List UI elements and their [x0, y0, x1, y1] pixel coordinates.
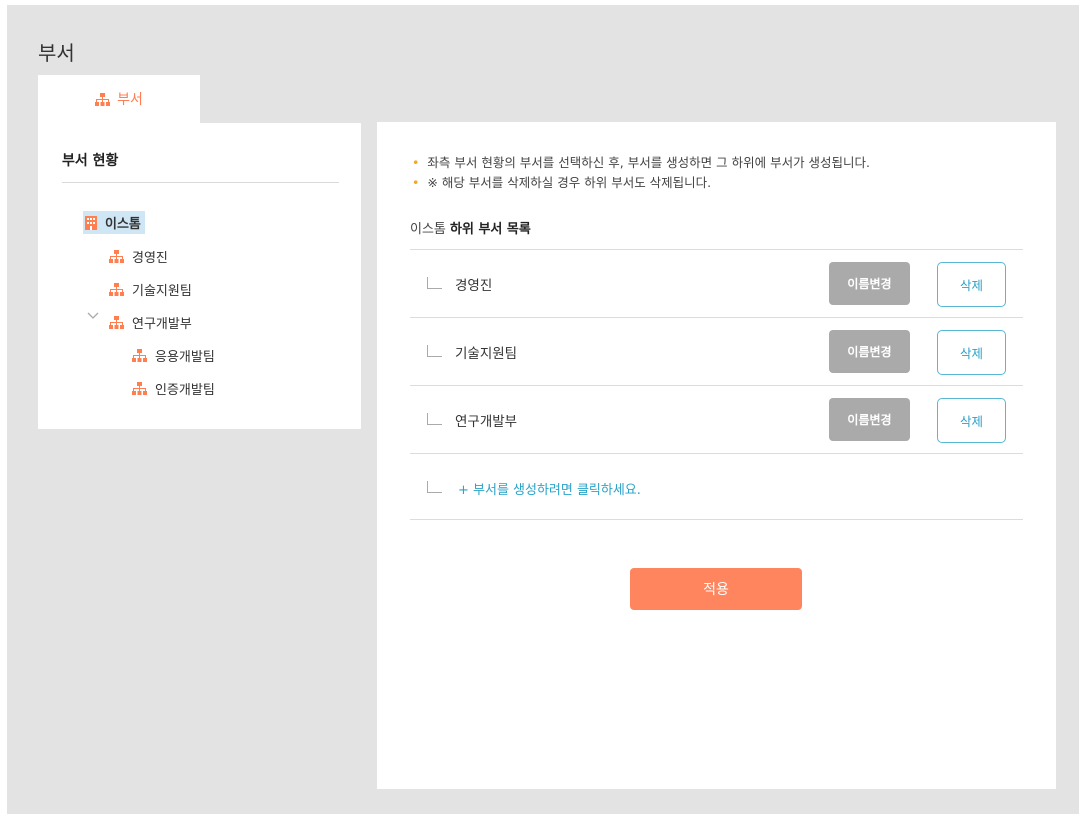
building-icon	[85, 215, 97, 230]
list-item: 기술지원팀 이름변경 삭제	[410, 317, 1023, 385]
tree-node-label: 응용개발팀	[155, 350, 215, 365]
page-background: 부서 부서 부서 현황 이스톰 경영진 기술지원팀 연구개발부 응용개발팀 인증…	[7, 5, 1079, 814]
tab-label: 부서	[117, 92, 143, 108]
tree-node-label: 기술지원팀	[132, 284, 192, 299]
sub-department-list: 경영진 이름변경 삭제 기술지원팀 이름변경 삭제 연구개발부 이름변경 삭제 …	[410, 249, 1023, 520]
delete-button[interactable]: 삭제	[937, 398, 1006, 443]
tree-node-auth-dev[interactable]: 인증개발팀	[132, 379, 215, 398]
tree-node-root[interactable]: 이스톰	[83, 211, 145, 234]
tree-node-tech-support[interactable]: 기술지원팀	[109, 280, 192, 299]
delete-button[interactable]: 삭제	[937, 262, 1006, 307]
divider	[62, 182, 339, 183]
tree-branch-icon	[427, 413, 442, 425]
chevron-down-icon[interactable]	[87, 312, 99, 320]
department-name: 기술지원팀	[455, 346, 518, 362]
department-name: 연구개발부	[455, 414, 518, 430]
add-department-row: + 부서를 생성하려면 클릭하세요.	[410, 453, 1023, 520]
add-department-link[interactable]: + 부서를 생성하려면 클릭하세요.	[458, 479, 641, 498]
rename-button[interactable]: 이름변경	[829, 262, 910, 305]
rename-button[interactable]: 이름변경	[829, 330, 910, 373]
tree-node-label: 연구개발부	[132, 317, 192, 332]
warning-note: • ※ 해당 부서를 삭제하실 경우 하위 부서도 삭제됩니다.	[412, 175, 712, 190]
tree-node-rnd[interactable]: 연구개발부	[109, 313, 192, 332]
department-name: 경영진	[455, 278, 493, 294]
tree-branch-icon	[427, 481, 442, 493]
department-status-panel: 부서 현황 이스톰 경영진 기술지원팀 연구개발부 응용개발팀 인증개발팀	[38, 123, 361, 429]
list-item: 경영진 이름변경 삭제	[410, 249, 1023, 317]
sub-department-list-title: 이스톰 하위 부서 목록	[410, 222, 531, 237]
apply-button[interactable]: 적용	[630, 568, 802, 610]
tab-department[interactable]: 부서	[38, 75, 200, 123]
bullet-icon: •	[412, 175, 420, 190]
delete-button[interactable]: 삭제	[937, 330, 1006, 375]
org-chart-icon	[109, 250, 124, 263]
org-chart-icon	[109, 316, 124, 329]
tree-node-app-dev[interactable]: 응용개발팀	[132, 346, 215, 365]
list-item: 연구개발부 이름변경 삭제	[410, 385, 1023, 453]
org-chart-icon	[132, 349, 147, 362]
bullet-icon: •	[412, 155, 420, 170]
tree-node-management[interactable]: 경영진	[109, 247, 168, 266]
info-note: • 좌측 부서 현황의 부서를 선택하신 후, 부서를 생성하면 그 하위에 부서…	[412, 155, 871, 170]
tree-node-label: 경영진	[132, 251, 168, 266]
org-chart-icon	[132, 382, 147, 395]
tree-node-label: 인증개발팀	[155, 383, 215, 398]
tree-branch-icon	[427, 277, 442, 289]
org-chart-icon	[95, 92, 111, 106]
tree-branch-icon	[427, 345, 442, 357]
sub-department-panel: • 좌측 부서 현황의 부서를 선택하신 후, 부서를 생성하면 그 하위에 부서…	[377, 122, 1056, 789]
department-status-title: 부서 현황	[62, 153, 119, 169]
page-title: 부서	[38, 41, 75, 65]
tree-node-label: 이스톰	[105, 217, 141, 232]
org-chart-icon	[109, 283, 124, 296]
rename-button[interactable]: 이름변경	[829, 398, 910, 441]
